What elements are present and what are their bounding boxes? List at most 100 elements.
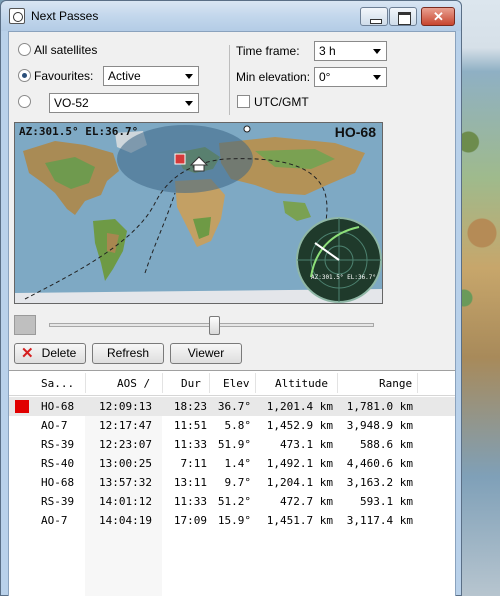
cell-satellite: AO-7	[41, 419, 68, 432]
time-frame-dropdown[interactable]: 3 h	[314, 41, 387, 61]
cell-aos: 13:00:25	[99, 457, 152, 470]
world-map[interactable]: AZ:301.5° EL:36.7° AZ:301.5° EL:36.7° HO…	[14, 122, 383, 304]
cell-elevation: 9.7°	[224, 476, 252, 489]
table-row[interactable]: RS-39 14:01:12 11:33 51.2° 472.7 km 593.…	[9, 492, 455, 511]
cell-satellite: HO-68	[41, 400, 75, 413]
chevron-down-icon	[185, 74, 193, 79]
chevron-down-icon	[185, 101, 193, 106]
window-title: Next Passes	[31, 9, 99, 23]
time-slider-thumb[interactable]	[209, 316, 221, 335]
cell-duration: 17:09	[173, 514, 207, 527]
cell-elevation: 5.8°	[224, 419, 252, 432]
cell-range: 3,117.4 km	[346, 514, 413, 527]
delete-icon: ✕	[21, 345, 34, 362]
min-elevation-value: 0°	[319, 70, 331, 84]
cell-altitude: 1,492.1 km	[266, 457, 333, 470]
cell-aos: 14:04:19	[99, 514, 152, 527]
column-divider	[85, 373, 86, 393]
cell-elevation: 15.9°	[217, 514, 251, 527]
single-satellite-radio[interactable]	[18, 95, 31, 108]
cell-elevation: 1.4°	[224, 457, 252, 470]
cell-range: 4,460.6 km	[346, 457, 413, 470]
favourites-dropdown[interactable]: Active	[103, 66, 199, 86]
cell-aos: 12:23:07	[99, 438, 152, 451]
favourites-label: Favourites:	[34, 69, 94, 83]
cell-satellite: HO-68	[41, 476, 75, 489]
table-row[interactable]: HO-68 12:09:13 18:23 36.7° 1,201.4 km 1,…	[9, 397, 455, 416]
cell-altitude: 472.7 km	[280, 495, 333, 508]
column-header-elevation[interactable]: Elev	[223, 377, 250, 390]
viewer-button[interactable]: Viewer	[170, 343, 242, 364]
utc-checkbox[interactable]	[237, 95, 250, 108]
map-graphic: AZ:301.5° EL:36.7°	[15, 123, 382, 303]
delete-label: Delete	[41, 346, 77, 360]
column-divider	[337, 373, 338, 393]
next-passes-window: Next Passes All satellites Favourites: A…	[0, 0, 462, 596]
cell-range: 3,948.9 km	[346, 419, 413, 432]
cell-duration: 7:11	[180, 457, 208, 470]
cell-range: 593.1 km	[360, 495, 413, 508]
cell-altitude: 1,451.7 km	[266, 514, 333, 527]
cell-satellite: RS-39	[41, 495, 75, 508]
satellite-icon	[174, 153, 186, 165]
chevron-down-icon	[373, 49, 381, 54]
home-location-icon-base	[193, 164, 205, 172]
title-bar[interactable]: Next Passes	[1, 1, 461, 31]
column-divider	[209, 373, 210, 393]
time-frame-value: 3 h	[319, 44, 336, 58]
column-header-range[interactable]: Range	[379, 377, 412, 390]
min-elevation-dropdown[interactable]: 0°	[314, 67, 387, 87]
options-divider	[229, 45, 230, 115]
column-header-duration[interactable]: Dur	[181, 377, 201, 390]
cell-range: 588.6 km	[360, 438, 413, 451]
satellite-dropdown[interactable]: VO-52	[49, 93, 199, 113]
delete-button[interactable]: ✕ Delete	[14, 343, 86, 364]
table-row[interactable]: HO-68 13:57:32 13:11 9.7° 1,204.1 km 3,1…	[9, 473, 455, 492]
maximize-button[interactable]	[389, 7, 417, 26]
map-satellite-name: HO-68	[334, 124, 376, 140]
favourite-marker	[15, 400, 29, 413]
cell-altitude: 473.1 km	[280, 438, 333, 451]
table-row[interactable]: RS-40 13:00:25 7:11 1.4° 1,492.1 km 4,46…	[9, 454, 455, 473]
map-readout: AZ:301.5° EL:36.7°	[19, 125, 139, 138]
cell-elevation: 36.7°	[217, 400, 251, 413]
utc-label: UTC/GMT	[254, 95, 309, 109]
cell-duration: 11:51	[173, 419, 207, 432]
min-elevation-label: Min elevation:	[236, 70, 311, 84]
cell-satellite: RS-39	[41, 438, 75, 451]
clock-icon	[9, 8, 25, 24]
cell-altitude: 1,452.9 km	[266, 419, 333, 432]
column-header-altitude[interactable]: Altitude	[275, 377, 328, 390]
satellite-position-marker	[243, 125, 251, 133]
table-row[interactable]: AO-7 12:17:47 11:51 5.8° 1,452.9 km 3,94…	[9, 416, 455, 435]
cell-duration: 11:33	[173, 495, 207, 508]
cell-aos: 14:01:12	[99, 495, 152, 508]
all-satellites-label: All satellites	[34, 43, 98, 57]
cell-duration: 18:23	[173, 400, 207, 413]
chevron-down-icon	[373, 75, 381, 80]
refresh-button[interactable]: Refresh	[92, 343, 164, 364]
radar-readout: AZ:301.5° EL:36.7°	[311, 274, 376, 281]
column-divider	[162, 373, 163, 393]
table-row[interactable]: RS-39 12:23:07 11:33 51.9° 473.1 km 588.…	[9, 435, 455, 454]
cell-duration: 13:11	[173, 476, 207, 489]
table-header: Sa... AOS / Dur Elev Altitude Range	[9, 371, 455, 396]
cell-satellite: AO-7	[41, 514, 68, 527]
passes-table: Sa... AOS / Dur Elev Altitude Range HO-6…	[9, 370, 455, 596]
table-row[interactable]: AO-7 14:04:19 17:09 15.9° 1,451.7 km 3,1…	[9, 511, 455, 530]
cell-aos: 13:57:32	[99, 476, 152, 489]
lock-button[interactable]	[14, 315, 36, 335]
column-header-satellite[interactable]: Sa...	[41, 377, 74, 390]
window-content: All satellites Favourites: Active VO-52 …	[8, 31, 456, 596]
cell-altitude: 1,201.4 km	[266, 400, 333, 413]
cell-satellite: RS-40	[41, 457, 75, 470]
close-button[interactable]	[421, 7, 455, 26]
cell-altitude: 1,204.1 km	[266, 476, 333, 489]
column-header-aos[interactable]: AOS /	[117, 377, 150, 390]
all-satellites-radio[interactable]	[18, 43, 31, 56]
column-divider	[417, 373, 418, 393]
favourites-radio[interactable]	[18, 69, 31, 82]
cell-elevation: 51.9°	[217, 438, 251, 451]
minimize-button[interactable]	[360, 7, 388, 26]
time-frame-label: Time frame:	[236, 44, 300, 58]
